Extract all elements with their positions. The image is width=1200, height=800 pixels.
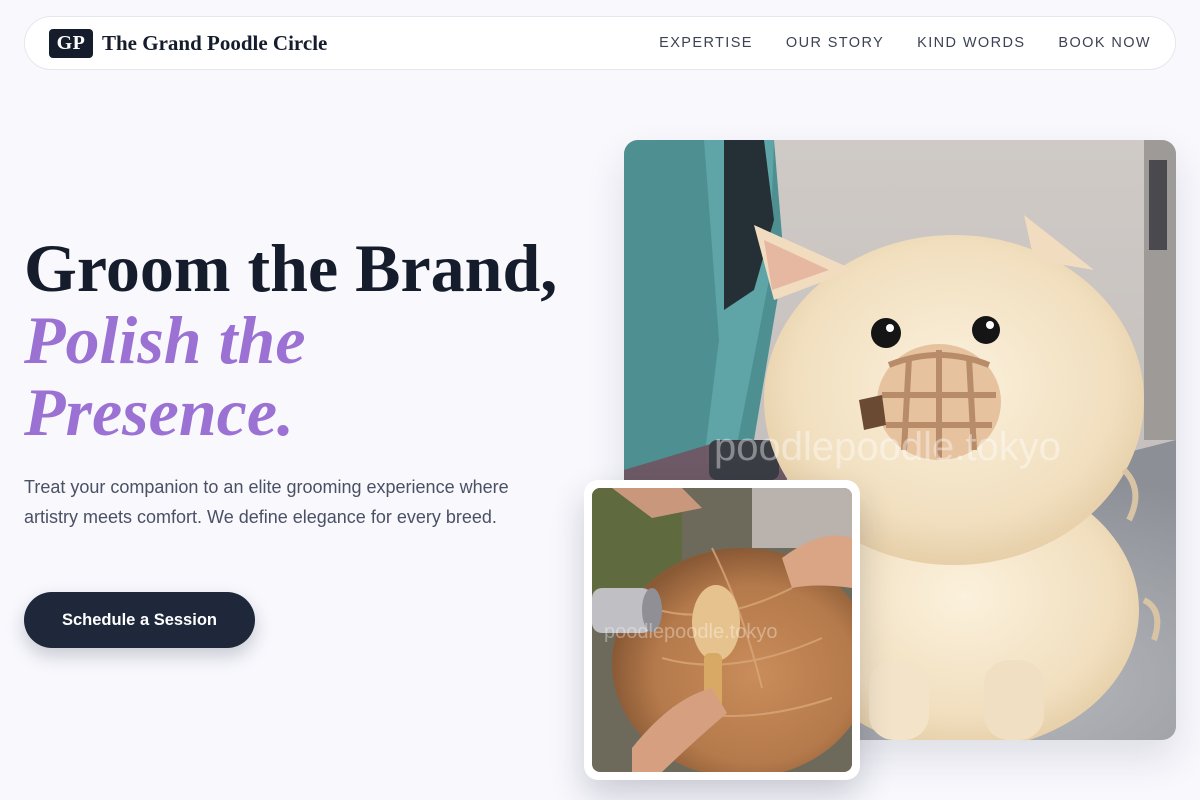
brand[interactable]: GP The Grand Poodle Circle	[49, 28, 328, 58]
brushing-photo-frame: poodlepoodle.tokyo	[592, 488, 852, 772]
headline-accent-line-2: Presence.	[24, 374, 295, 450]
nav-link-book-now[interactable]: BOOK NOW	[1058, 35, 1151, 51]
brand-name: The Grand Poodle Circle	[102, 30, 328, 55]
hero-description: Treat your companion to an elite groomin…	[24, 477, 509, 527]
nav-link-kind-words[interactable]: KIND WORDS	[917, 35, 1025, 51]
main-photo-watermark: poodlepoodle.tokyo	[714, 425, 1061, 469]
card-photo-watermark: poodlepoodle.tokyo	[604, 621, 777, 643]
nav-link-expertise[interactable]: EXPERTISE	[659, 35, 753, 51]
brushing-image: poodlepoodle.tokyo	[592, 488, 852, 772]
nav-links: EXPERTISE OUR STORY KIND WORDS BOOK NOW	[659, 35, 1151, 51]
nav-link-our-story[interactable]: OUR STORY	[786, 35, 884, 51]
headline-accent-line-1: Polish the	[24, 302, 306, 378]
logo-mark: GP	[49, 28, 93, 58]
hero-headline: Groom the Brand, Polish the Presence.	[24, 232, 584, 448]
hero-photo-card: poodlepoodle.tokyo	[584, 480, 860, 780]
schedule-session-button[interactable]: Schedule a Session	[24, 592, 255, 648]
top-nav: GP The Grand Poodle Circle EXPERTISE OUR…	[24, 16, 1176, 70]
headline-line-1: Groom the Brand,	[24, 230, 558, 306]
